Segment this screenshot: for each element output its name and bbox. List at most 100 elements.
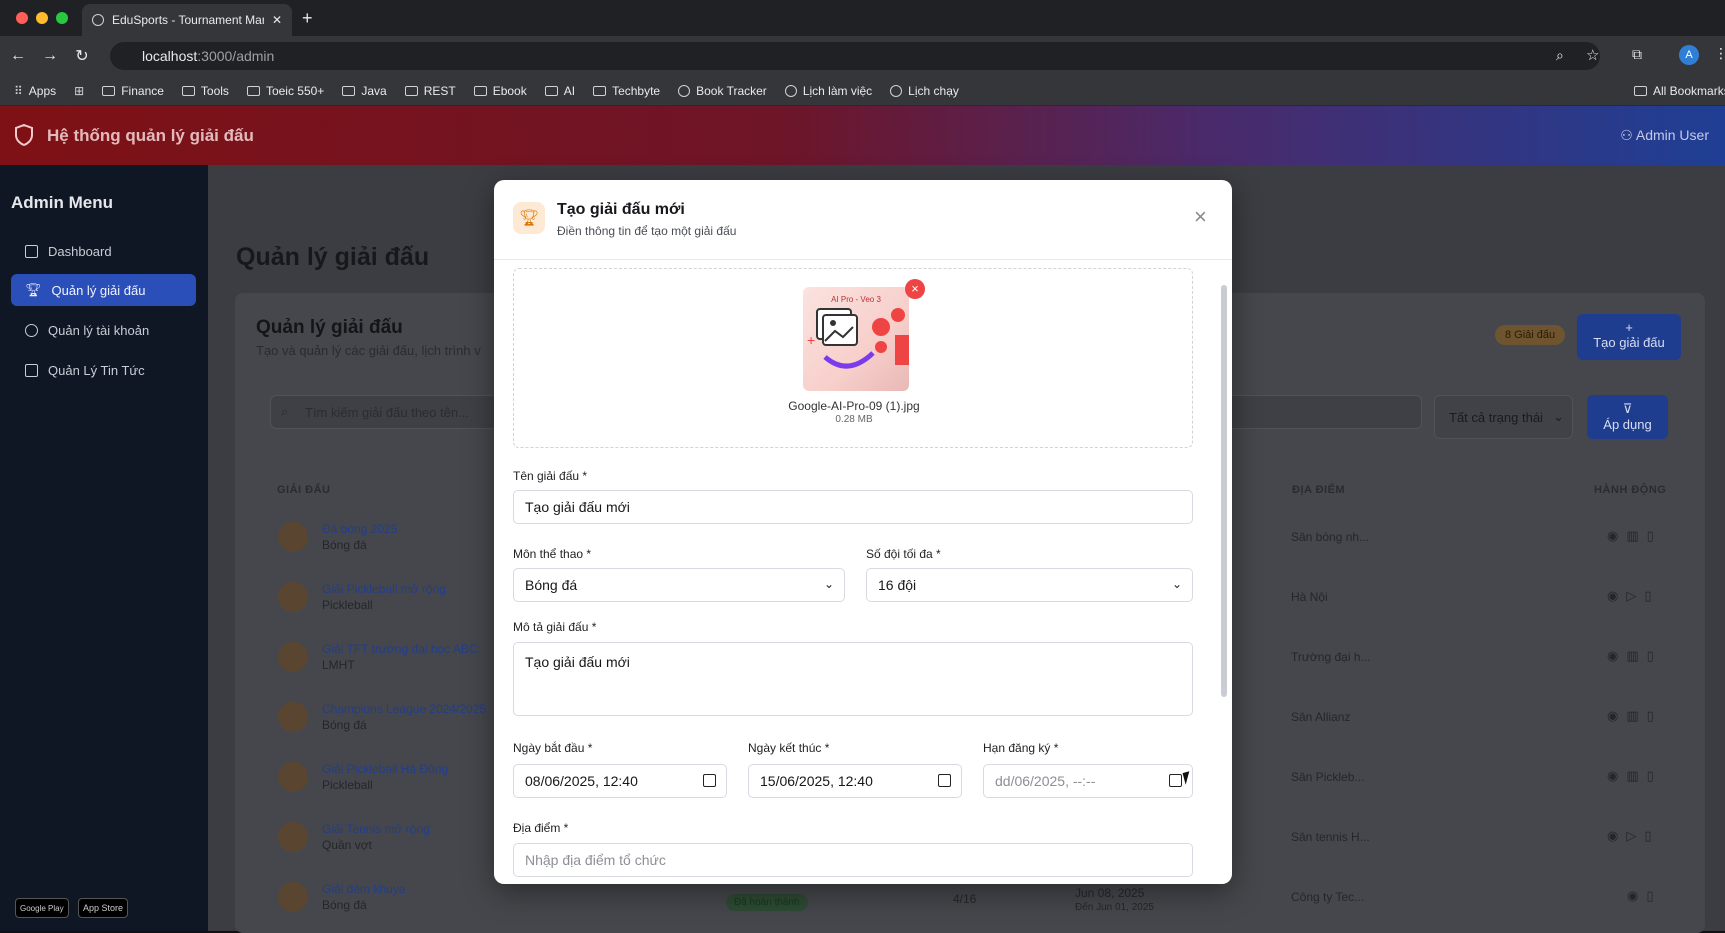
close-icon[interactable]: × bbox=[1194, 206, 1207, 228]
create-tournament-button[interactable]: + Tạo giải đấu bbox=[1577, 314, 1681, 360]
tournament-name-link[interactable]: Champions League 2024/2025 bbox=[322, 702, 486, 716]
tournament-sport: LMHT bbox=[322, 658, 355, 672]
bookmark-book-tracker[interactable]: Book Tracker bbox=[678, 84, 767, 98]
tournament-name-input[interactable]: Tạo giải đấu mới bbox=[513, 490, 1193, 524]
address-bar-row: ← → ↻ localhost:3000/admin ⌕ ☆ ⧉ A ⋮ bbox=[0, 36, 1725, 76]
sidebar-item-dashboard[interactable]: Dashboard bbox=[11, 235, 196, 267]
back-icon[interactable]: ← bbox=[2, 47, 34, 65]
google-play-badge[interactable]: Google Play bbox=[15, 898, 69, 918]
description-textarea[interactable]: Tạo giải đấu mới bbox=[513, 642, 1193, 716]
app-header: Hệ thống quản lý giải đấu ⚇ Admin User bbox=[0, 106, 1725, 165]
row-actions[interactable]: ◉▥▯ bbox=[1607, 768, 1662, 784]
tournament-name-link[interactable]: Đá bóng 2025 bbox=[322, 522, 397, 536]
image-upload-area[interactable]: AI Pro - Veo 3 + × Google-AI-Pro-09 (1).… bbox=[513, 268, 1193, 448]
bookmark-techbyte[interactable]: Techbyte bbox=[593, 84, 660, 98]
sidebar: Admin Menu Dashboard 🏆︎ Quản lý giải đấu … bbox=[0, 165, 208, 931]
sidebar-item-news[interactable]: Quản Lý Tin Tức bbox=[11, 354, 196, 386]
close-tab-icon[interactable]: ✕ bbox=[272, 13, 282, 27]
folder-icon bbox=[404, 85, 418, 96]
calendar-icon[interactable] bbox=[938, 774, 951, 787]
svg-text:+: + bbox=[807, 332, 815, 348]
tournament-date: Jun 08, 2025 bbox=[1075, 886, 1145, 900]
status-filter-select[interactable]: Tất cả trạng thái ⌄ bbox=[1434, 395, 1573, 439]
bookmark-rest[interactable]: REST bbox=[404, 84, 456, 98]
url-input[interactable]: localhost:3000/admin bbox=[110, 42, 1600, 70]
tournament-name-link[interactable]: Giải Pickleball Hà Đông bbox=[322, 762, 448, 776]
folder-icon bbox=[342, 85, 356, 96]
bookmark-finance[interactable]: Finance bbox=[102, 84, 164, 98]
modal-scrollbar[interactable] bbox=[1221, 285, 1227, 697]
remove-image-button[interactable]: × bbox=[905, 279, 925, 299]
trophy-icon: 🏆︎ bbox=[513, 202, 545, 234]
tournament-sport: Bóng đá bbox=[322, 898, 367, 912]
max-teams-label: Số đội tối đa * bbox=[866, 547, 941, 561]
bookmark-apps[interactable]: ⠿ Apps bbox=[14, 84, 56, 98]
chevron-down-icon: ⌄ bbox=[1171, 577, 1182, 591]
team-count: 4/16 bbox=[953, 892, 977, 906]
extensions-icon[interactable]: ⧉ bbox=[1632, 46, 1642, 63]
card-subtitle: Tạo và quản lý các giải đấu, lịch trình … bbox=[256, 343, 481, 358]
trophy-icon bbox=[278, 582, 308, 612]
admin-user-menu[interactable]: ⚇ Admin User bbox=[1620, 127, 1709, 144]
start-date-input[interactable]: 08/06/2025, 12:40 bbox=[513, 764, 727, 798]
more-menu-icon[interactable]: ⋮ bbox=[1714, 45, 1725, 62]
start-date-label: Ngày bắt đầu * bbox=[513, 741, 593, 755]
app-store-badge[interactable]: App Store bbox=[78, 898, 129, 918]
folder-icon bbox=[246, 85, 260, 96]
modal-header: 🏆︎ Tạo giải đấu mới Điền thông tin để tạ… bbox=[494, 180, 1232, 260]
new-tab-button[interactable]: + bbox=[302, 8, 313, 29]
sport-select[interactable]: Bóng đá ⌄ bbox=[513, 568, 845, 602]
row-actions[interactable]: ◉▥▯ bbox=[1607, 528, 1662, 544]
star-icon[interactable]: ☆ bbox=[1586, 46, 1599, 64]
bookmark-java[interactable]: Java bbox=[342, 84, 387, 98]
tab-groups-icon[interactable]: ⊞ bbox=[74, 84, 84, 98]
chart-icon bbox=[25, 244, 38, 258]
close-window-button[interactable] bbox=[16, 12, 28, 24]
browser-tab-strip: EduSports - Tournament Man ✕ + bbox=[0, 0, 1725, 36]
all-bookmarks[interactable]: All Bookmarks bbox=[1634, 84, 1725, 98]
deadline-label: Hạn đăng ký * bbox=[983, 741, 1059, 755]
end-date-input[interactable]: 15/06/2025, 12:40 bbox=[748, 764, 962, 798]
calendar-icon[interactable] bbox=[703, 774, 716, 787]
calendar-icon[interactable] bbox=[1169, 774, 1182, 787]
tournament-name-link[interactable]: Giải TFT trường đại học ABC bbox=[322, 642, 478, 656]
sidebar-item-tournaments[interactable]: 🏆︎ Quản lý giải đấu bbox=[11, 274, 196, 306]
bookmark-ebook[interactable]: Ebook bbox=[473, 84, 527, 98]
globe-icon bbox=[890, 84, 903, 97]
row-actions[interactable]: ◉▥▯ bbox=[1607, 648, 1662, 664]
sidebar-item-accounts[interactable]: Quản lý tài khoản bbox=[11, 314, 196, 346]
max-teams-select[interactable]: 16 đội ⌄ bbox=[866, 568, 1193, 602]
forward-icon[interactable]: → bbox=[34, 47, 66, 65]
apply-filter-button[interactable]: ⊽ Áp dụng bbox=[1587, 395, 1668, 439]
row-actions[interactable]: ◉▥▯ bbox=[1607, 708, 1662, 724]
maximize-window-button[interactable] bbox=[56, 12, 68, 24]
zoom-icon[interactable]: ⌕ bbox=[1556, 47, 1564, 64]
bookmark-lich-chay[interactable]: Lịch chạy bbox=[890, 84, 959, 98]
bookmark-ai[interactable]: AI bbox=[544, 84, 575, 98]
minimize-window-button[interactable] bbox=[36, 12, 48, 24]
tournament-name-link[interactable]: Giải đêm khuya bbox=[322, 882, 405, 896]
url-host: localhost bbox=[142, 48, 198, 64]
bookmark-toeic[interactable]: Toeic 550+ bbox=[246, 84, 324, 98]
chevron-down-icon: ⌄ bbox=[823, 577, 834, 591]
column-header-name: GIẢI ĐẤU bbox=[277, 484, 331, 496]
row-actions[interactable]: ◉▷▯ bbox=[1607, 588, 1660, 604]
tournament-name-link[interactable]: Giải Pickleball mở rộng bbox=[322, 582, 446, 596]
trophy-icon bbox=[278, 822, 308, 852]
bookmark-tools[interactable]: Tools bbox=[181, 84, 229, 98]
browser-tab[interactable]: EduSports - Tournament Man ✕ bbox=[82, 4, 292, 36]
reload-icon[interactable]: ↻ bbox=[66, 46, 98, 66]
tournament-sport: Bóng đá bbox=[322, 718, 367, 732]
sidebar-title: Admin Menu bbox=[11, 193, 113, 212]
location-input[interactable]: Nhập địa điểm tổ chức bbox=[513, 843, 1193, 877]
profile-avatar[interactable]: A bbox=[1679, 45, 1699, 65]
tournament-count-badge: 8 Giải đấu bbox=[1495, 325, 1566, 345]
tournament-name-link[interactable]: Giải Tennis mở rộng bbox=[322, 822, 430, 836]
registration-deadline-input[interactable]: dd/06/2025, --:-- bbox=[983, 764, 1193, 798]
row-actions[interactable]: ◉▯ bbox=[1627, 888, 1662, 904]
globe-icon bbox=[678, 84, 691, 97]
document-icon bbox=[25, 363, 38, 377]
bookmark-lich-lam-viec[interactable]: Lịch làm việc bbox=[784, 84, 872, 98]
row-actions[interactable]: ◉▷▯ bbox=[1607, 828, 1660, 844]
tournament-sport: Bóng đá bbox=[322, 538, 367, 552]
